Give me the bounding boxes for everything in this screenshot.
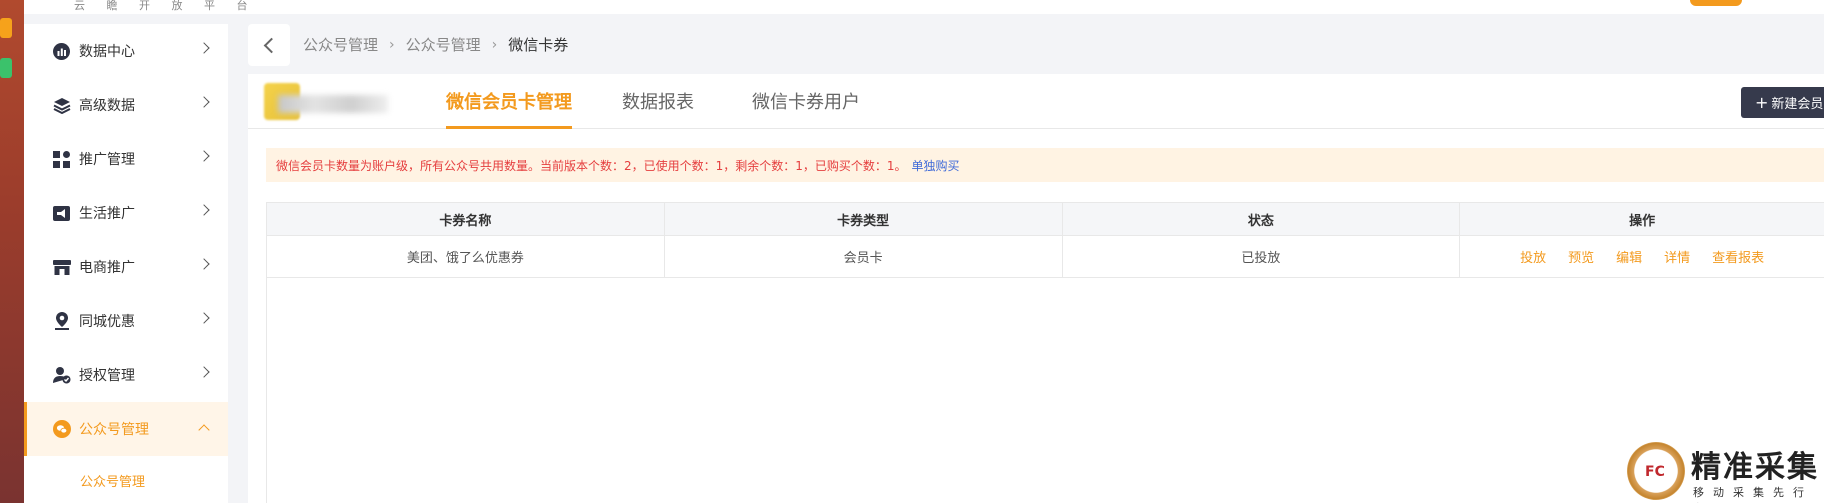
action-edit-link[interactable]: 编辑	[1616, 247, 1642, 266]
sidebar-item-label: 推广管理	[79, 152, 135, 168]
account-name-blurred	[278, 95, 388, 113]
watermark-title: 精准采集	[1691, 450, 1819, 485]
card-table: 卡券名称 卡券类型 状态 操作 美团、饿了么优惠券 会员卡 已投放 投放 预览 …	[266, 202, 1824, 503]
card-type-cell: 会员卡	[665, 236, 1063, 277]
sidebar-item-label: 高级数据	[79, 98, 135, 114]
chevron-up-icon	[198, 424, 210, 436]
chevron-right-icon	[198, 150, 210, 162]
desktop-strip	[0, 0, 24, 503]
sidebar-item-data-center[interactable]: 数据中心	[24, 24, 228, 78]
chevron-right-icon	[198, 312, 210, 324]
account-selector[interactable]	[264, 83, 404, 123]
tabs-bar: 微信会员卡管理 数据报表 微信卡券用户 + 新建会员	[248, 74, 1824, 129]
sidebar-item-local-deals[interactable]: 同城优惠	[24, 294, 228, 348]
action-report-link[interactable]: 查看报表	[1712, 247, 1764, 266]
sidebar-item-life-promotion[interactable]: 生活推广	[24, 186, 228, 240]
table-row: 美团、饿了么优惠券 会员卡 已投放 投放 预览 编辑 详情 查看报表	[267, 236, 1824, 278]
sidebar-item-label: 电商推广	[79, 260, 135, 276]
action-preview-link[interactable]: 预览	[1568, 247, 1594, 266]
watermark-logo: FC 精准采集 移动采集先行者	[1625, 440, 1824, 503]
brand-subtitle: 云 瞻 开 放 平 台	[74, 0, 257, 12]
card-name-cell: 美团、饿了么优惠券	[267, 236, 665, 277]
notice-banner: 微信会员卡数量为账户级，所有公众号共用数量。当前版本个数：2，已使用个数：1，剩…	[266, 148, 1824, 182]
app-icon[interactable]	[0, 58, 12, 78]
new-button-label: 新建会员	[1771, 97, 1824, 112]
location-icon	[52, 312, 71, 331]
app-icon[interactable]	[0, 18, 12, 38]
column-header: 卡券类型	[665, 203, 1063, 235]
megaphone-icon	[52, 204, 71, 223]
top-bar: 云 瞻 开 放 平 台	[24, 0, 1824, 14]
layers-icon	[52, 96, 71, 115]
chevron-right-icon	[198, 42, 210, 54]
new-member-card-button[interactable]: + 新建会员	[1741, 87, 1824, 118]
table-header: 卡券名称 卡券类型 状态 操作	[267, 203, 1824, 236]
chart-icon	[52, 42, 71, 61]
column-header: 操作	[1629, 213, 1656, 229]
breadcrumb-item[interactable]: 公众号管理	[406, 34, 481, 55]
sidebar-item-label: 生活推广	[79, 206, 135, 222]
action-detail-link[interactable]: 详情	[1664, 247, 1690, 266]
sidebar-item-advanced-data[interactable]: 高级数据	[24, 78, 228, 132]
breadcrumb-separator: ›	[491, 36, 498, 53]
sidebar-item-label: 数据中心	[79, 44, 135, 60]
notice-text: 微信会员卡数量为账户级，所有公众号共用数量。当前版本个数：2，已使用个数：1，剩…	[276, 158, 907, 173]
sidebar-item-label: 授权管理	[79, 368, 135, 384]
chevron-right-icon	[198, 96, 210, 108]
breadcrumb-item[interactable]: 公众号管理	[303, 34, 378, 55]
top-badge[interactable]	[1690, 0, 1742, 6]
breadcrumb: 公众号管理 › 公众号管理 › 微信卡券	[303, 34, 568, 55]
sidebar-item-label: 同城优惠	[79, 314, 135, 330]
chevron-right-icon	[198, 204, 210, 216]
column-header: 状态	[1063, 203, 1461, 235]
seal-text: FC	[1645, 464, 1665, 480]
sidebar-item-authorization[interactable]: 授权管理	[24, 348, 228, 402]
sidebar-item-label: 公众号管理	[79, 422, 149, 438]
tab-data-report[interactable]: 数据报表	[622, 88, 694, 129]
action-deploy-link[interactable]: 投放	[1520, 247, 1546, 266]
sidebar-subitem-official-account[interactable]: 公众号管理	[24, 456, 228, 503]
tab-wechat-member-card[interactable]: 微信会员卡管理	[446, 88, 572, 129]
sidebar-item-promotion[interactable]: 推广管理	[24, 132, 228, 186]
main-panel: 微信会员卡管理 数据报表 微信卡券用户 + 新建会员 微信会员卡数量为账户级，所…	[248, 74, 1824, 503]
shop-icon	[52, 258, 71, 277]
watermark-subtitle: 移动采集先行者	[1693, 486, 1813, 503]
buy-link[interactable]: 单独购买	[912, 157, 960, 174]
breadcrumb-separator: ›	[389, 36, 395, 53]
back-button[interactable]	[248, 24, 290, 66]
chevron-right-icon	[198, 258, 210, 270]
sidebar-item-ecommerce[interactable]: 电商推广	[24, 240, 228, 294]
tab-card-users[interactable]: 微信卡券用户	[752, 88, 860, 129]
column-header: 卡券名称	[267, 203, 665, 235]
sidebar-item-official-account[interactable]: 公众号管理	[24, 402, 228, 456]
status-cell: 已投放	[1063, 236, 1461, 277]
plus-icon: +	[1755, 93, 1769, 112]
breadcrumb-current: 微信卡券	[508, 36, 569, 54]
chevron-right-icon	[198, 366, 210, 378]
chevron-left-icon	[263, 37, 280, 53]
sidebar: 数据中心 高级数据 推广管理 生活推广 电商推广 同城优惠 授权管理 公众号管理…	[24, 24, 228, 503]
wechat-icon	[52, 420, 71, 439]
grid-icon	[52, 150, 71, 169]
actions-cell: 投放 预览 编辑 详情 查看报表	[1460, 236, 1824, 277]
user-check-icon	[52, 366, 71, 385]
